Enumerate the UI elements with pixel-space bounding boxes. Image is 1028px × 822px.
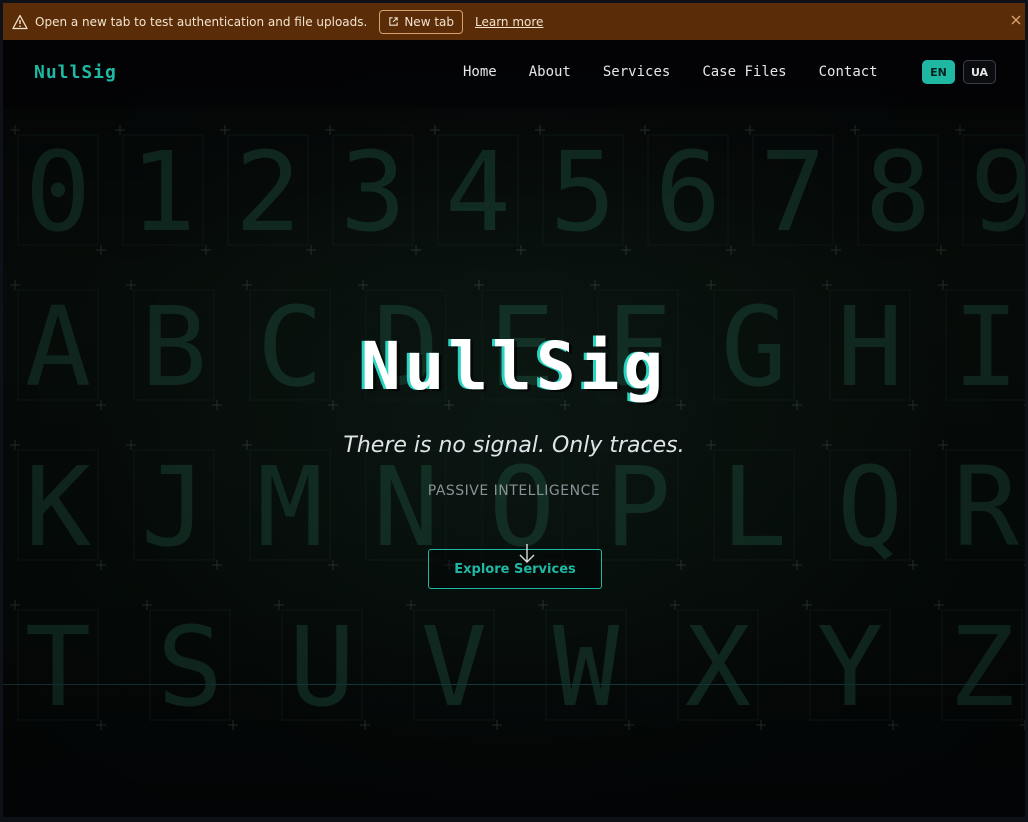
lang-ua-button[interactable]: UA	[963, 60, 996, 84]
arrow-down-icon	[519, 544, 535, 563]
nav-home[interactable]: Home	[463, 64, 497, 80]
external-link-icon	[389, 17, 399, 26]
vignette-overlay	[3, 40, 1025, 817]
nav-case-files[interactable]: Case Files	[702, 64, 786, 80]
lang-en-button[interactable]: EN	[922, 60, 955, 84]
close-icon[interactable]	[1009, 13, 1023, 27]
explore-services-label: Explore Services	[454, 561, 576, 577]
browser-viewport: 0123456789ABCDEFGHIKJMNOPLQRTSUVWXYZ Ope…	[3, 3, 1025, 817]
hero-subtitle: PASSIVE INTELLIGENCE	[427, 483, 601, 499]
new-tab-label: New tab	[404, 14, 454, 29]
warning-icon	[12, 14, 28, 30]
nav-contact[interactable]: Contact	[819, 64, 878, 80]
hero-tagline: There is no signal. Only traces.	[343, 433, 685, 458]
banner-message: Open a new tab to test authentication an…	[35, 14, 368, 29]
new-tab-button[interactable]: New tab	[379, 9, 463, 34]
site-navbar: NullSig Home About Services Case Files C…	[3, 40, 1025, 108]
language-switcher: EN UA	[922, 60, 996, 84]
nav-services[interactable]: Services	[603, 64, 670, 80]
hero-background: 0123456789ABCDEFGHIKJMNOPLQRTSUVWXYZ	[3, 40, 1025, 817]
learn-more-link[interactable]: Learn more	[475, 15, 543, 29]
main-menu: Home About Services Case Files Contact	[463, 64, 878, 80]
explore-services-button[interactable]: Explore Services	[428, 549, 602, 589]
notice-banner: Open a new tab to test authentication an…	[3, 3, 1025, 40]
hero-title: NullSig	[360, 328, 668, 405]
nav-about[interactable]: About	[529, 64, 571, 80]
brand-logo[interactable]: NullSig	[34, 62, 117, 83]
